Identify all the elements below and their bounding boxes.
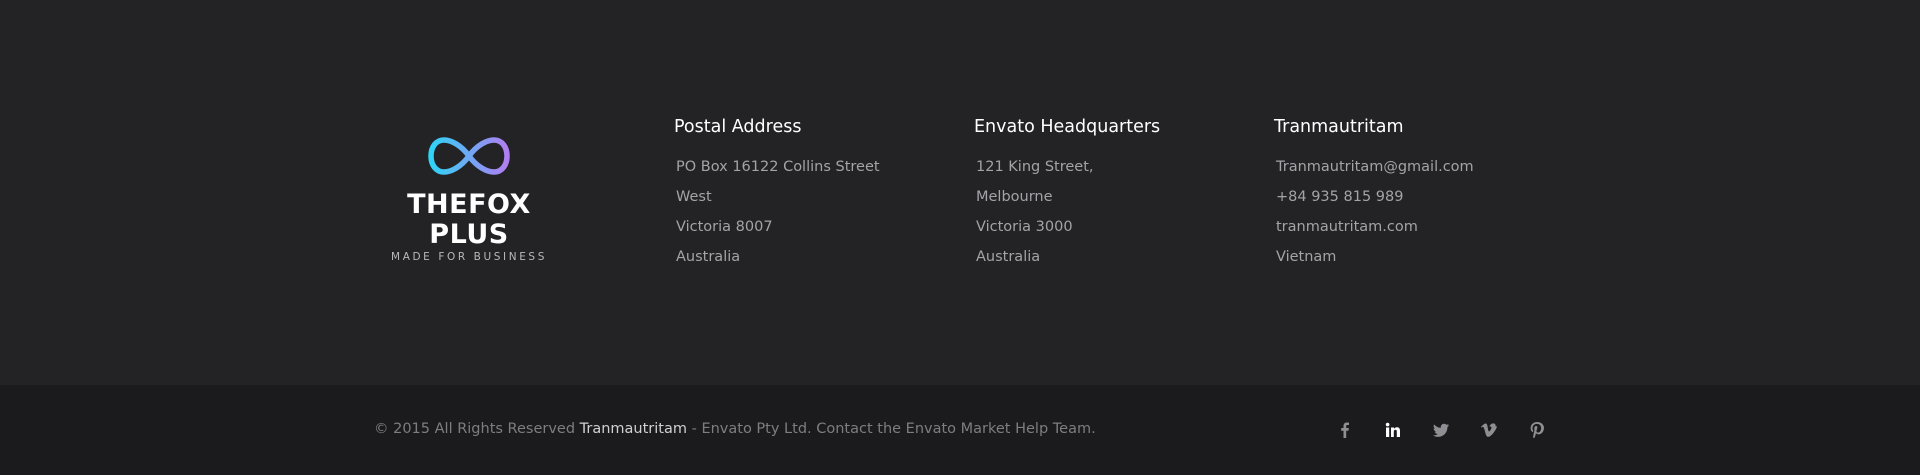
social-links — [1334, 419, 1574, 441]
contact-column: Tranmautritam Tranmautritam@gmail.com +8… — [1274, 114, 1544, 272]
list-item: 121 King Street, — [976, 159, 1094, 175]
twitter-link[interactable] — [1430, 419, 1452, 441]
brand-logo[interactable]: THEFOX PLUS MADE FOR BUSINESS — [374, 136, 564, 263]
list-item: Australia — [976, 249, 1041, 265]
brand-name: THEFOX PLUS — [407, 189, 531, 250]
copyright-text: © 2015 All Rights Reserved Tranmautritam… — [374, 419, 1096, 439]
vimeo-link[interactable] — [1478, 419, 1500, 441]
facebook-icon — [1341, 422, 1349, 438]
copyright-suffix: - Envato Pty Ltd. Contact the Envato Mar… — [687, 421, 1096, 437]
twitter-icon — [1433, 423, 1449, 437]
headquarters-column: Envato Headquarters 121 King Street, Mel… — [974, 114, 1244, 272]
list-item: West — [676, 189, 712, 205]
infinity-logo-icon — [428, 137, 510, 175]
linkedin-icon — [1385, 422, 1400, 437]
copyright-prefix: © 2015 All Rights Reserved — [374, 421, 580, 437]
pinterest-link[interactable] — [1526, 419, 1548, 441]
list-item: Australia — [676, 249, 741, 265]
postal-address-column: Postal Address PO Box 16122 Collins Stre… — [674, 114, 944, 272]
pinterest-icon — [1530, 422, 1544, 438]
footer-main: THEFOX PLUS MADE FOR BUSINESS Postal Add… — [0, 0, 1920, 385]
copyright-brand-link[interactable]: Tranmautritam — [580, 421, 687, 437]
phone-number: +84 935 815 989 — [1276, 189, 1404, 205]
email-link[interactable]: Tranmautritam@gmail.com — [1276, 152, 1544, 182]
column-heading: Tranmautritam — [1274, 117, 1404, 137]
column-heading: Envato Headquarters — [974, 117, 1161, 137]
list-item: PO Box 16122 Collins Street — [676, 159, 880, 175]
footer-bottom-bar: © 2015 All Rights Reserved Tranmautritam… — [0, 385, 1920, 475]
address-list: PO Box 16122 Collins Street West Victori… — [676, 152, 944, 272]
list-item: Melbourne — [976, 189, 1053, 205]
country: Vietnam — [1276, 249, 1337, 265]
list-item: Victoria 3000 — [976, 219, 1073, 235]
linkedin-link[interactable] — [1382, 419, 1404, 441]
list-item: Victoria 8007 — [676, 219, 773, 235]
address-list: 121 King Street, Melbourne Victoria 3000… — [976, 152, 1244, 272]
contact-list: Tranmautritam@gmail.com +84 935 815 989 … — [1276, 152, 1544, 272]
vimeo-icon — [1481, 423, 1497, 437]
website-link[interactable]: tranmautritam.com — [1276, 212, 1544, 242]
column-heading: Postal Address — [674, 117, 802, 137]
brand-tagline: MADE FOR BUSINESS — [391, 251, 547, 263]
facebook-link[interactable] — [1334, 419, 1356, 441]
